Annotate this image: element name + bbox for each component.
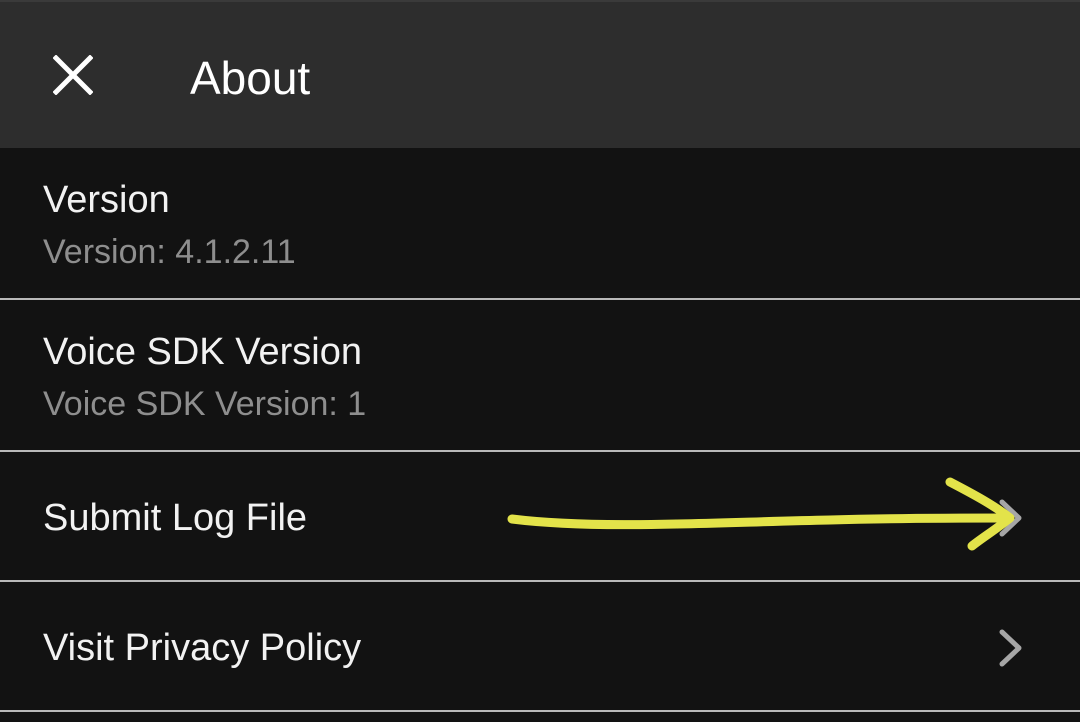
list-item-submit-log-file[interactable]: Submit Log File — [0, 452, 1080, 582]
list-item-version[interactable]: Version Version: 4.1.2.11 — [0, 148, 1080, 300]
about-list: Version Version: 4.1.2.11 Voice SDK Vers… — [0, 148, 1080, 712]
list-item-title: Submit Log File — [43, 497, 308, 539]
app-bar: About — [0, 0, 1080, 148]
list-item-voice-sdk-version[interactable]: Voice SDK Version Voice SDK Version: 1 — [0, 300, 1080, 452]
list-item-title: Version — [43, 179, 170, 221]
close-icon — [53, 55, 93, 95]
chevron-right-icon — [999, 629, 1022, 667]
page-title: About — [190, 52, 311, 104]
about-screen: About Version Version: 4.1.2.11 Voice SD… — [0, 0, 1080, 722]
list-item-subtitle: Version: 4.1.2.11 — [43, 233, 296, 271]
close-button[interactable] — [34, 36, 112, 114]
list-item-subtitle: Voice SDK Version: 1 — [43, 385, 367, 423]
list-item-title: Voice SDK Version — [43, 331, 362, 373]
chevron-right-icon — [999, 499, 1022, 537]
list-item-title: Visit Privacy Policy — [43, 627, 362, 669]
list-item-visit-privacy-policy[interactable]: Visit Privacy Policy — [0, 582, 1080, 712]
